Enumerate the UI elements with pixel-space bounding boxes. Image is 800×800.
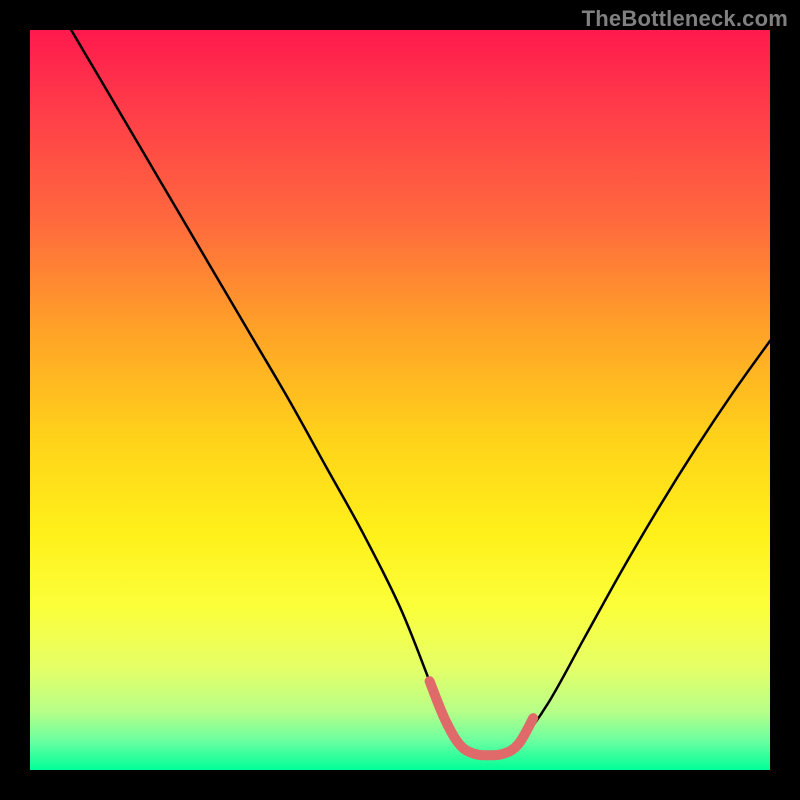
chart-frame: TheBottleneck.com — [0, 0, 800, 800]
bottleneck-curve-path — [30, 30, 770, 755]
highlight-segment-path — [430, 681, 534, 755]
curve-layer — [30, 30, 770, 770]
curve-svg — [30, 30, 770, 770]
attribution-label: TheBottleneck.com — [582, 6, 788, 32]
plot-area — [30, 30, 770, 770]
